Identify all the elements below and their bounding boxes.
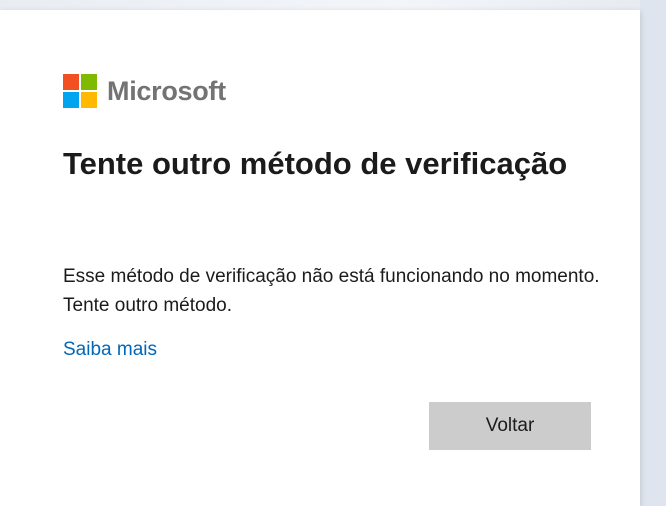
logo-wordmark: Microsoft	[107, 75, 226, 106]
learn-more-link[interactable]: Saiba mais	[63, 339, 157, 361]
logo-square-red	[63, 74, 79, 90]
background-edge	[640, 0, 666, 506]
dialog-title: Tente outro método de verificação	[63, 146, 568, 181]
logo-square-yellow	[81, 92, 97, 108]
dialog-description: Esse método de verificação não está func…	[63, 266, 600, 316]
logo-square-blue	[63, 92, 79, 108]
verification-dialog: Microsoft Tente outro método de verifica…	[0, 10, 640, 506]
logo-square-green	[81, 74, 97, 90]
microsoft-logo: Microsoft	[63, 74, 226, 108]
back-button[interactable]: Voltar	[429, 402, 591, 450]
microsoft-logo-icon	[63, 74, 97, 108]
